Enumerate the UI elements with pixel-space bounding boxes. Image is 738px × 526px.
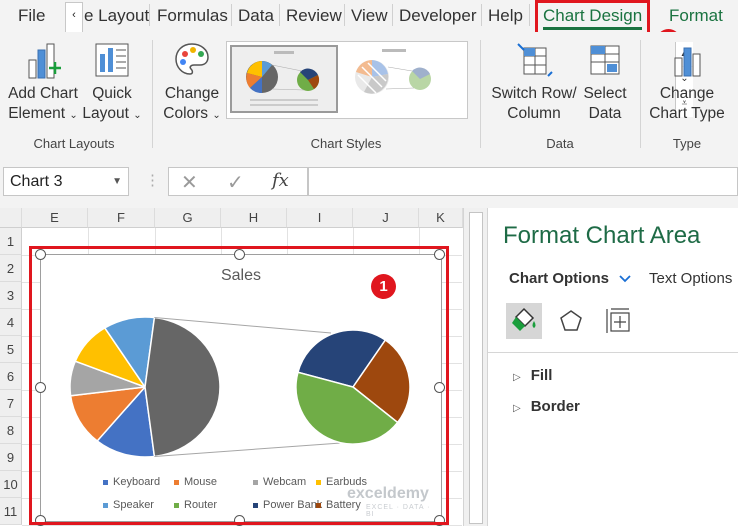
change-colors-button[interactable]: Change Colors ⌄ <box>160 32 224 132</box>
tab-formulas[interactable]: Formulas <box>157 6 228 26</box>
group-label-chart-styles: Chart Styles <box>310 136 382 151</box>
format-chart-area-pane: Format Chart Area Chart Options Text Opt… <box>487 208 738 526</box>
size-properties-icon[interactable] <box>601 303 637 339</box>
row-header-7[interactable]: 7 <box>0 390 22 417</box>
column-header-k[interactable]: K <box>419 208 463 228</box>
row-header-10[interactable]: 10 <box>0 471 22 498</box>
section-fill[interactable]: ▷ Fill <box>513 367 552 384</box>
group-label-type: Type <box>672 136 702 151</box>
name-box[interactable]: Chart 3 ▼ <box>3 167 129 196</box>
row-header-2[interactable]: 2 <box>0 255 22 282</box>
formula-input[interactable] <box>308 167 738 196</box>
name-box-dropdown-icon[interactable]: ▼ <box>112 168 122 195</box>
group-label-data: Data <box>546 136 574 151</box>
quick-layout-button[interactable]: Quick Layout ⌄ <box>80 32 144 132</box>
select-data-button[interactable]: Select Data <box>578 32 632 132</box>
palette-icon <box>175 43 209 75</box>
tab-format[interactable]: Format <box>669 6 723 26</box>
row-header-3[interactable]: 3 <box>0 282 22 309</box>
row-header-4[interactable]: 4 <box>0 309 22 336</box>
highlight-box-chart <box>29 246 449 525</box>
row-header-1[interactable]: 1 <box>0 228 22 255</box>
cancel-icon[interactable]: ✕ <box>181 170 198 195</box>
formula-bar-grip-icon: ⋮ <box>145 172 160 189</box>
tab-data[interactable]: Data <box>238 6 274 26</box>
section-border[interactable]: ▷ Border <box>513 398 580 415</box>
chart-styles-gallery[interactable]: ▲ ⌄ ⩡ <box>226 41 693 119</box>
fill-line-icon[interactable] <box>506 303 542 339</box>
effects-icon[interactable] <box>553 303 589 339</box>
tab-page-layout[interactable]: e Layout <box>84 6 149 26</box>
row-header-5[interactable]: 5 <box>0 336 22 363</box>
column-header-i[interactable]: I <box>287 208 353 228</box>
vertical-scroll-thumb[interactable] <box>469 212 483 524</box>
row-header-8[interactable]: 8 <box>0 417 22 444</box>
ribbon: Add Chart Element ⌄ Quick Layout ⌄ Chart… <box>0 32 738 156</box>
quick-layout-icon <box>95 43 129 77</box>
column-header-e[interactable]: E <box>22 208 88 228</box>
select-data-icon <box>590 45 620 75</box>
switch-row-column-button[interactable]: Switch Row/ Column <box>488 32 580 132</box>
worksheet[interactable]: EFGHIJK 1 2 3 4 5 6 7 8 9 10 11 Sales Keyboard Mous… <box>0 208 487 526</box>
add-chart-element-icon <box>28 43 61 79</box>
column-header-g[interactable]: G <box>155 208 221 228</box>
column-header-h[interactable]: H <box>221 208 287 228</box>
switch-row-column-icon <box>517 43 553 77</box>
enter-icon[interactable]: ✓ <box>227 170 244 195</box>
formula-bar: Chart 3 ▼ ⋮ ✕ ✓ fx <box>0 155 738 208</box>
column-header-j[interactable]: J <box>353 208 419 228</box>
row-header-11[interactable]: 11 <box>0 498 22 525</box>
tab-file[interactable]: File <box>18 6 45 26</box>
chart-style-1-thumbnail[interactable] <box>230 45 338 113</box>
tab-text-options[interactable]: Text Options <box>649 270 732 287</box>
vertical-scrollbar[interactable] <box>463 208 487 526</box>
chart-style-2-thumbnail[interactable] <box>342 45 450 113</box>
column-header-f[interactable]: F <box>88 208 155 228</box>
tab-scroll-left-button[interactable]: ‹ <box>65 2 83 34</box>
row-header-9[interactable]: 9 <box>0 444 22 471</box>
insert-function-icon[interactable]: fx <box>272 170 289 191</box>
tab-chart-options[interactable]: Chart Options <box>509 270 631 287</box>
change-chart-type-button[interactable]: Change Chart Type <box>646 32 728 132</box>
chevron-down-icon <box>619 275 631 283</box>
change-chart-type-icon <box>674 47 701 77</box>
group-label-chart-layouts: Chart Layouts <box>33 136 115 151</box>
tab-review[interactable]: Review <box>286 6 342 26</box>
pane-title: Format Chart Area <box>503 222 701 249</box>
tab-developer[interactable]: Developer <box>399 6 477 26</box>
add-chart-element-button[interactable]: Add Chart Element ⌄ <box>4 32 82 132</box>
row-header-6[interactable]: 6 <box>0 363 22 390</box>
tab-help[interactable]: Help <box>488 6 523 26</box>
tab-view[interactable]: View <box>351 6 388 26</box>
select-all-corner[interactable] <box>0 208 22 228</box>
